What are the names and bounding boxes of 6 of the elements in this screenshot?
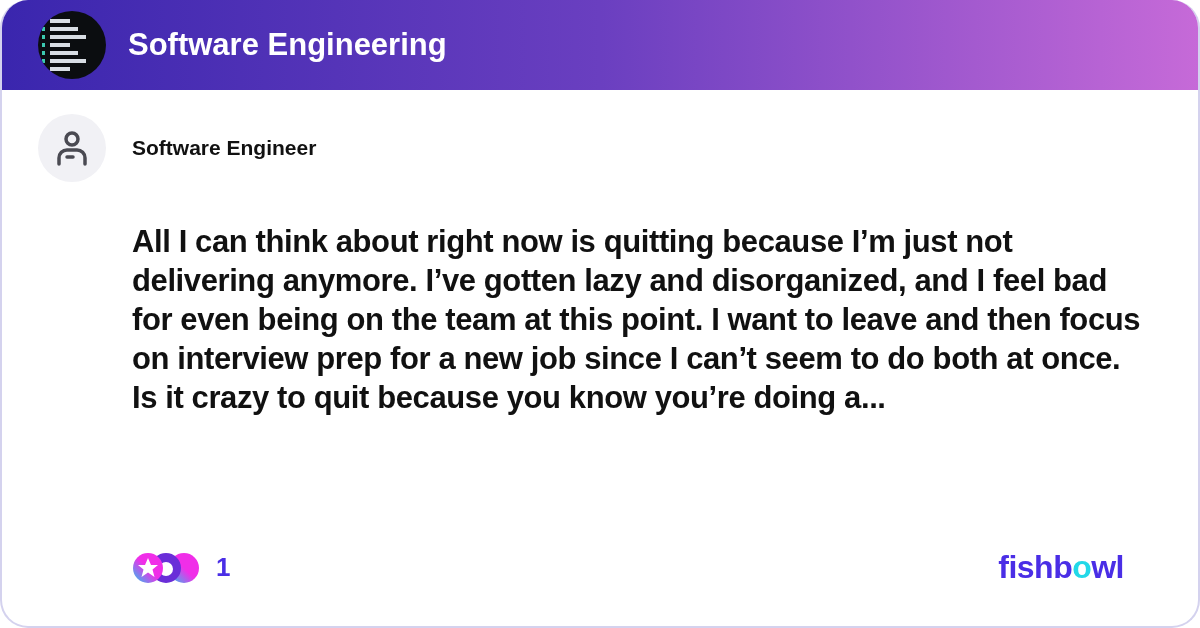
post-text: All I can think about right now is quitting because I’m just not delivering anymore. I’ve gotten lazy and disorganized, and I feel bad for even being on the team at this point. I want to leave and then focus on interview prep for a new job since I can’t seem to do both at once. Is it crazy to quit because you know you’re doing a... [132, 223, 1142, 417]
author-name: Software Engineer [132, 136, 317, 160]
person-icon [55, 130, 89, 166]
community-title: Software Engineering [128, 27, 447, 63]
reaction-count: 1 [216, 552, 231, 583]
fishbowl-logo: fishbowl [998, 549, 1124, 586]
